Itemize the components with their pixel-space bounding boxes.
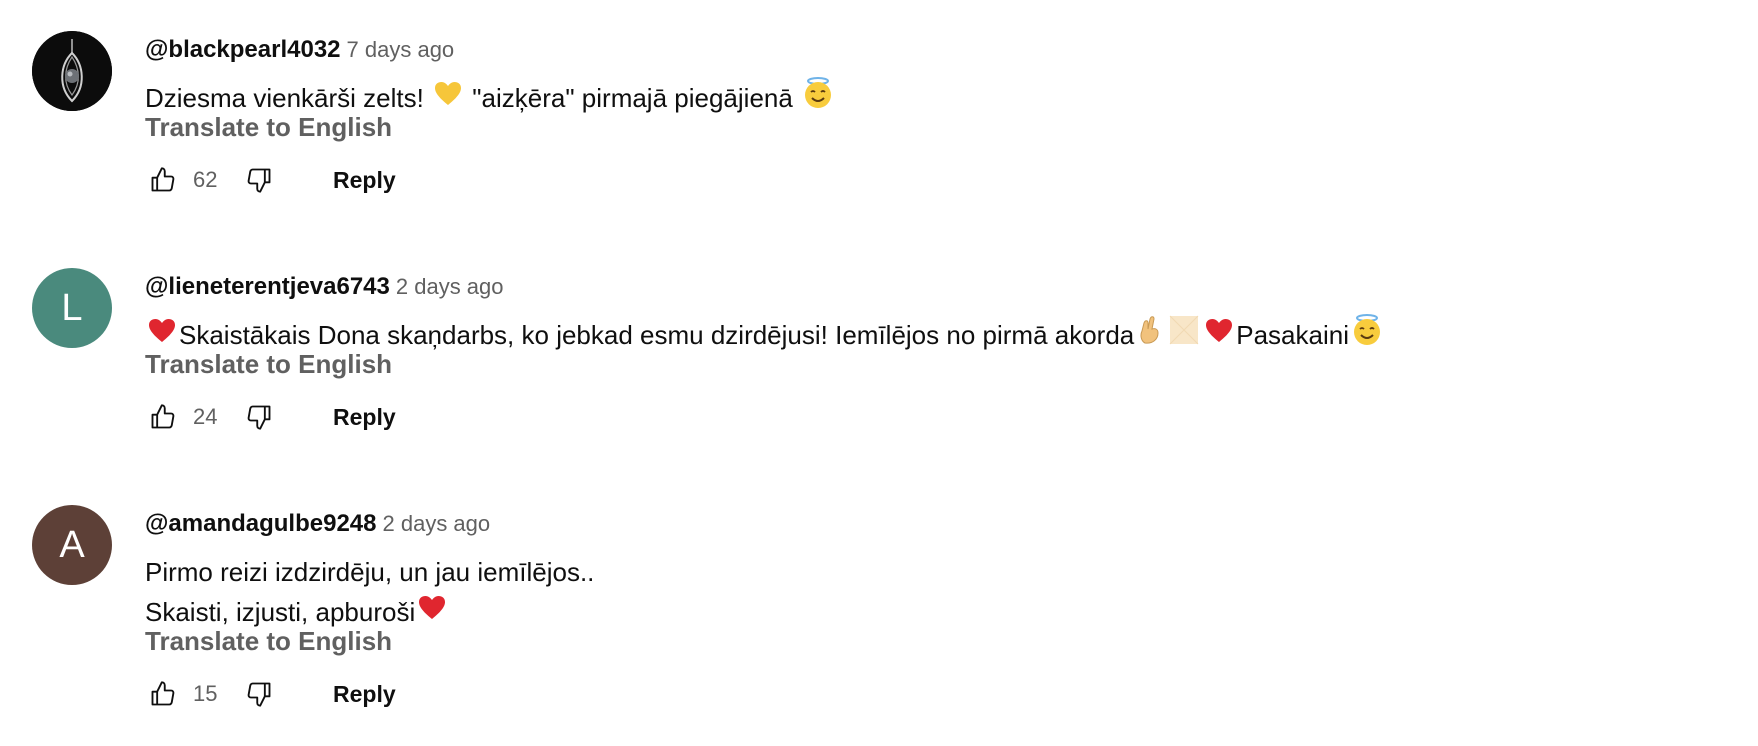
reply-button[interactable]: Reply bbox=[333, 167, 396, 194]
comment-actions: 15 Reply bbox=[145, 674, 396, 714]
comment-actions: 62 Reply bbox=[145, 160, 396, 200]
translate-button[interactable]: Translate to English bbox=[145, 626, 392, 657]
comment-actions: 24 Reply bbox=[145, 397, 396, 437]
thumbs-down-icon bbox=[247, 682, 271, 707]
translate-button[interactable]: Translate to English bbox=[145, 349, 392, 380]
red-heart-icon bbox=[1205, 315, 1233, 355]
like-button[interactable] bbox=[145, 399, 181, 435]
comment-timestamp[interactable]: 7 days ago bbox=[347, 37, 455, 62]
avatar[interactable] bbox=[32, 31, 112, 111]
comment-header: @lieneterentjeva6743 2 days ago bbox=[145, 273, 504, 301]
thumbs-up-icon bbox=[151, 404, 175, 429]
author-name[interactable]: @amandagulbe9248 bbox=[145, 510, 377, 537]
dislike-button[interactable] bbox=[241, 162, 277, 198]
thumbs-up-icon bbox=[151, 681, 175, 706]
text-span: Pirmo reizi izdzirdēju, un jau iemīlējos… bbox=[145, 557, 595, 587]
translate-button[interactable]: Translate to English bbox=[145, 112, 392, 143]
crossed-fingers-icon bbox=[1137, 315, 1163, 356]
text-span: Pasakaini bbox=[1236, 320, 1349, 350]
text-span: "aizķēra" pirmajā piegājienā bbox=[465, 83, 801, 113]
yellow-heart-icon bbox=[434, 78, 462, 118]
avatar[interactable]: L bbox=[32, 268, 112, 348]
smiling-halo-icon bbox=[1352, 313, 1382, 357]
dislike-button[interactable] bbox=[241, 399, 277, 435]
comment-timestamp[interactable]: 2 days ago bbox=[396, 274, 504, 299]
comment-header: @amandagulbe9248 2 days ago bbox=[145, 510, 490, 538]
avatar-letter: L bbox=[61, 286, 83, 329]
like-button[interactable] bbox=[145, 676, 181, 712]
avatar-letter: A bbox=[59, 523, 85, 566]
pearl-pendant-avatar-image bbox=[32, 31, 112, 111]
like-count: 62 bbox=[193, 167, 218, 192]
comment-timestamp[interactable]: 2 days ago bbox=[383, 511, 491, 536]
comment-line: Pirmo reizi izdzirdēju, un jau iemīlējos… bbox=[145, 552, 594, 592]
reply-button[interactable]: Reply bbox=[333, 681, 396, 708]
avatar[interactable]: A bbox=[32, 505, 112, 585]
comment-header: @blackpearl4032 7 days ago bbox=[145, 36, 454, 64]
author-name[interactable]: @lieneterentjeva6743 bbox=[145, 273, 390, 300]
placeholder-emoji-icon bbox=[1169, 315, 1199, 356]
thumbs-down-icon bbox=[247, 168, 271, 193]
reply-button[interactable]: Reply bbox=[333, 404, 396, 431]
dislike-button[interactable] bbox=[241, 676, 277, 712]
thumbs-down-icon bbox=[247, 405, 271, 430]
like-count: 15 bbox=[193, 681, 218, 706]
red-heart-icon bbox=[418, 592, 446, 632]
comment-text: Pirmo reizi izdzirdēju, un jau iemīlējos… bbox=[145, 552, 594, 632]
like-button[interactable] bbox=[145, 162, 181, 198]
smiling-halo-icon bbox=[803, 76, 833, 120]
author-name[interactable]: @blackpearl4032 bbox=[145, 36, 341, 63]
thumbs-up-icon bbox=[151, 167, 175, 192]
like-count: 24 bbox=[193, 404, 218, 429]
